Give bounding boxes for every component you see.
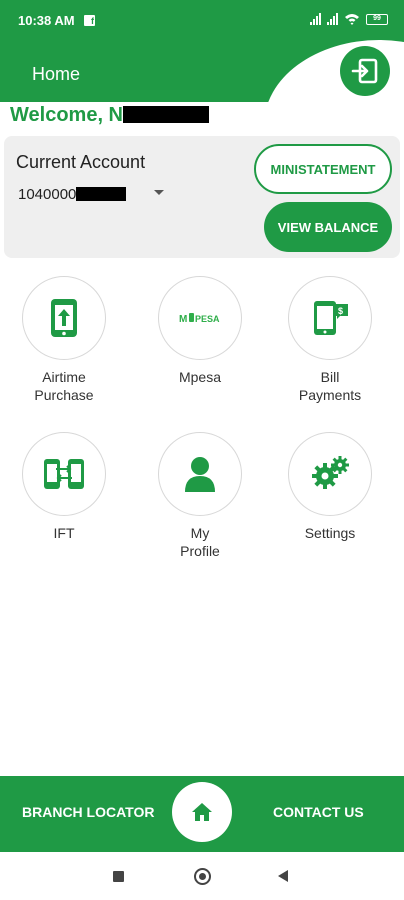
tile-label: Mpesa <box>178 369 222 385</box>
signal-icon <box>310 13 321 25</box>
welcome-message: Welcome, NI <box>10 104 209 127</box>
tile-icon-circle <box>22 276 106 360</box>
svg-text:$: $ <box>338 306 343 316</box>
svg-text:M: M <box>179 314 187 325</box>
bill-payment-icon: $ <box>314 301 348 335</box>
tile-icon-circle: $ <box>288 276 372 360</box>
tile-mpesa[interactable]: M PESA Mpesa <box>140 276 260 386</box>
home-icon <box>192 803 212 821</box>
page-title: Home <box>32 64 81 84</box>
back-icon[interactable] <box>278 870 288 882</box>
signal-icon-2 <box>327 13 338 25</box>
facebook-notification-icon: f <box>84 15 95 26</box>
branch-locator-button[interactable]: BRANCH LOCATOR <box>22 804 154 820</box>
contact-us-button[interactable]: CONTACT US <box>273 804 364 820</box>
account-card: Current Account 1040000 MINISTATEMENT VI… <box>4 136 400 258</box>
tile-label: Settings <box>304 525 356 541</box>
logout-icon <box>351 58 378 84</box>
tile-icon-circle <box>158 432 242 516</box>
chevron-down-icon[interactable] <box>154 190 164 195</box>
system-nav-bar <box>0 852 404 900</box>
tile-icon-circle: M PESA <box>158 276 242 360</box>
mpesa-logo: M PESA <box>179 313 220 325</box>
tile-label: IFT <box>53 525 75 541</box>
account-number: 1040000 <box>18 186 77 203</box>
status-time: 10:38 AM <box>18 13 75 28</box>
redacted-name <box>122 106 209 123</box>
account-type: Current Account <box>16 152 146 172</box>
transfer-icon <box>44 459 84 489</box>
gears-icon <box>312 456 349 489</box>
redacted-account-digits <box>76 187 127 201</box>
home-button[interactable] <box>172 782 232 842</box>
tile-icon-circle <box>288 432 372 516</box>
system-home-icon[interactable] <box>194 868 211 885</box>
tile-label: My Profile <box>180 525 220 559</box>
battery-icon: 99 <box>366 13 388 25</box>
phone-topup-icon <box>51 299 77 337</box>
status-bar: 10:38 AM f 99 <box>0 0 404 40</box>
tile-ift[interactable]: IFT <box>4 432 124 542</box>
tile-label: Airtime Purchase <box>34 369 94 403</box>
recents-icon[interactable] <box>113 871 124 882</box>
tile-icon-circle <box>22 432 106 516</box>
account-number-select[interactable]: 1040000 <box>18 186 127 203</box>
logout-button[interactable] <box>340 46 390 96</box>
status-icons: 99 <box>310 13 388 25</box>
svg-text:PESA: PESA <box>195 314 220 324</box>
tile-settings[interactable]: Settings <box>270 432 390 542</box>
tile-bill-payments[interactable]: $ Bill Payments <box>270 276 390 404</box>
tile-label: Bill Payments <box>298 369 362 403</box>
tile-my-profile[interactable]: My Profile <box>140 432 260 560</box>
view-balance-button[interactable]: VIEW BALANCE <box>264 202 392 252</box>
wifi-icon <box>345 14 359 25</box>
welcome-text: Welcome, NI <box>10 104 129 126</box>
user-icon <box>185 457 215 492</box>
ministatement-button[interactable]: MINISTATEMENT <box>254 144 392 194</box>
tile-airtime-purchase[interactable]: Airtime Purchase <box>4 276 124 404</box>
